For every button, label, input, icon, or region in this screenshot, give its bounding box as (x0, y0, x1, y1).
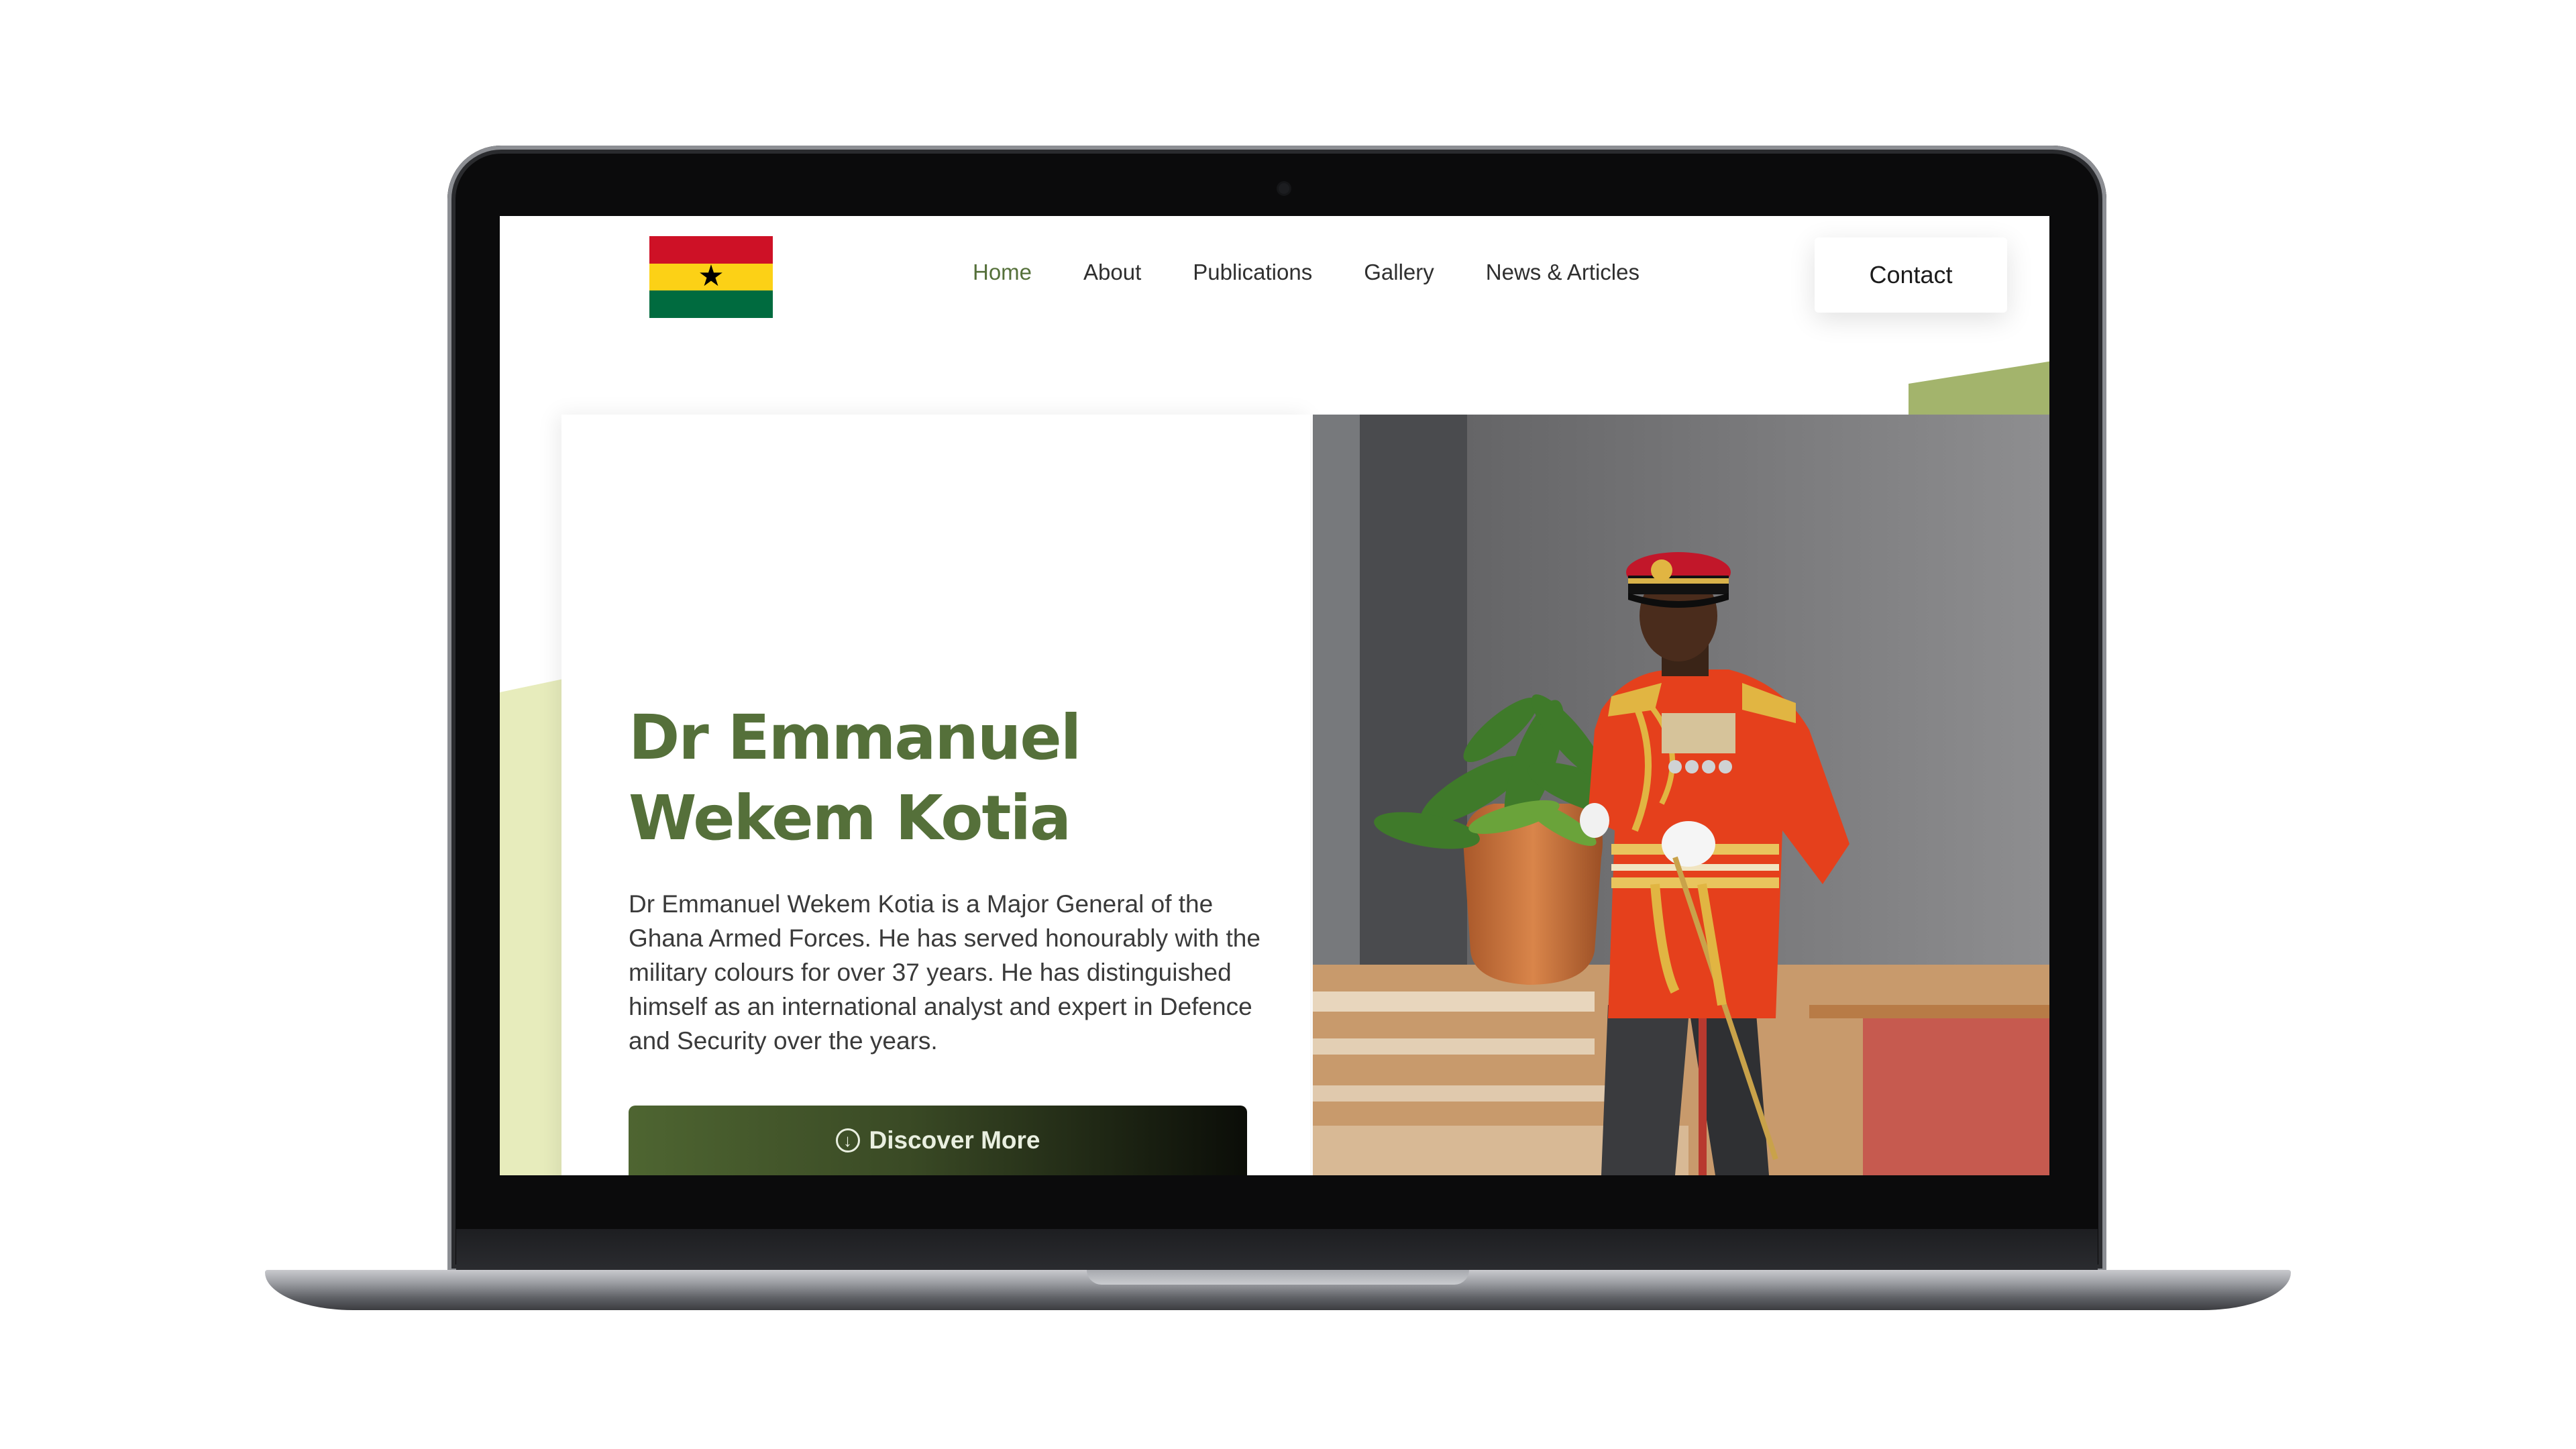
discover-more-label: Discover More (869, 1126, 1040, 1154)
ghana-flag-logo[interactable]: ★ (649, 236, 773, 318)
hero-description: Dr Emmanuel Wekem Kotia is a Major Gener… (629, 890, 1260, 1055)
hero-title-line2: Wekem Kotia (629, 782, 1071, 854)
arrow-down-circle-icon: ↓ (835, 1128, 860, 1152)
laptop-hinge (456, 1229, 2098, 1275)
hero-photo (1313, 415, 2049, 1175)
laptop-notch (1087, 1270, 1469, 1285)
main-nav: Home About Publications Gallery News & A… (973, 259, 1691, 286)
nav-gallery[interactable]: Gallery (1364, 259, 1434, 286)
officer-photo-illustration (1313, 415, 2049, 1175)
nav-about[interactable]: About (1083, 259, 1141, 286)
nav-publications[interactable]: Publications (1193, 259, 1312, 286)
hero-title: Dr Emmanuel Wekem Kotia (629, 698, 1232, 859)
nav-news-articles[interactable]: News & Articles (1486, 259, 1640, 286)
flag-green-stripe (649, 290, 773, 318)
hero-title-line1: Dr Emmanuel (629, 702, 1081, 773)
contact-button[interactable]: Contact (1815, 237, 2007, 313)
website-screen: ★ Home About Publications Gallery News &… (500, 216, 2049, 1175)
black-star-icon: ★ (698, 260, 724, 293)
flag-gold-stripe: ★ (649, 260, 773, 293)
decorative-shape-left (500, 679, 564, 1175)
discover-more-button[interactable]: ↓ Discover More (629, 1106, 1247, 1175)
nav-home[interactable]: Home (973, 259, 1032, 286)
camera (1279, 183, 1289, 194)
